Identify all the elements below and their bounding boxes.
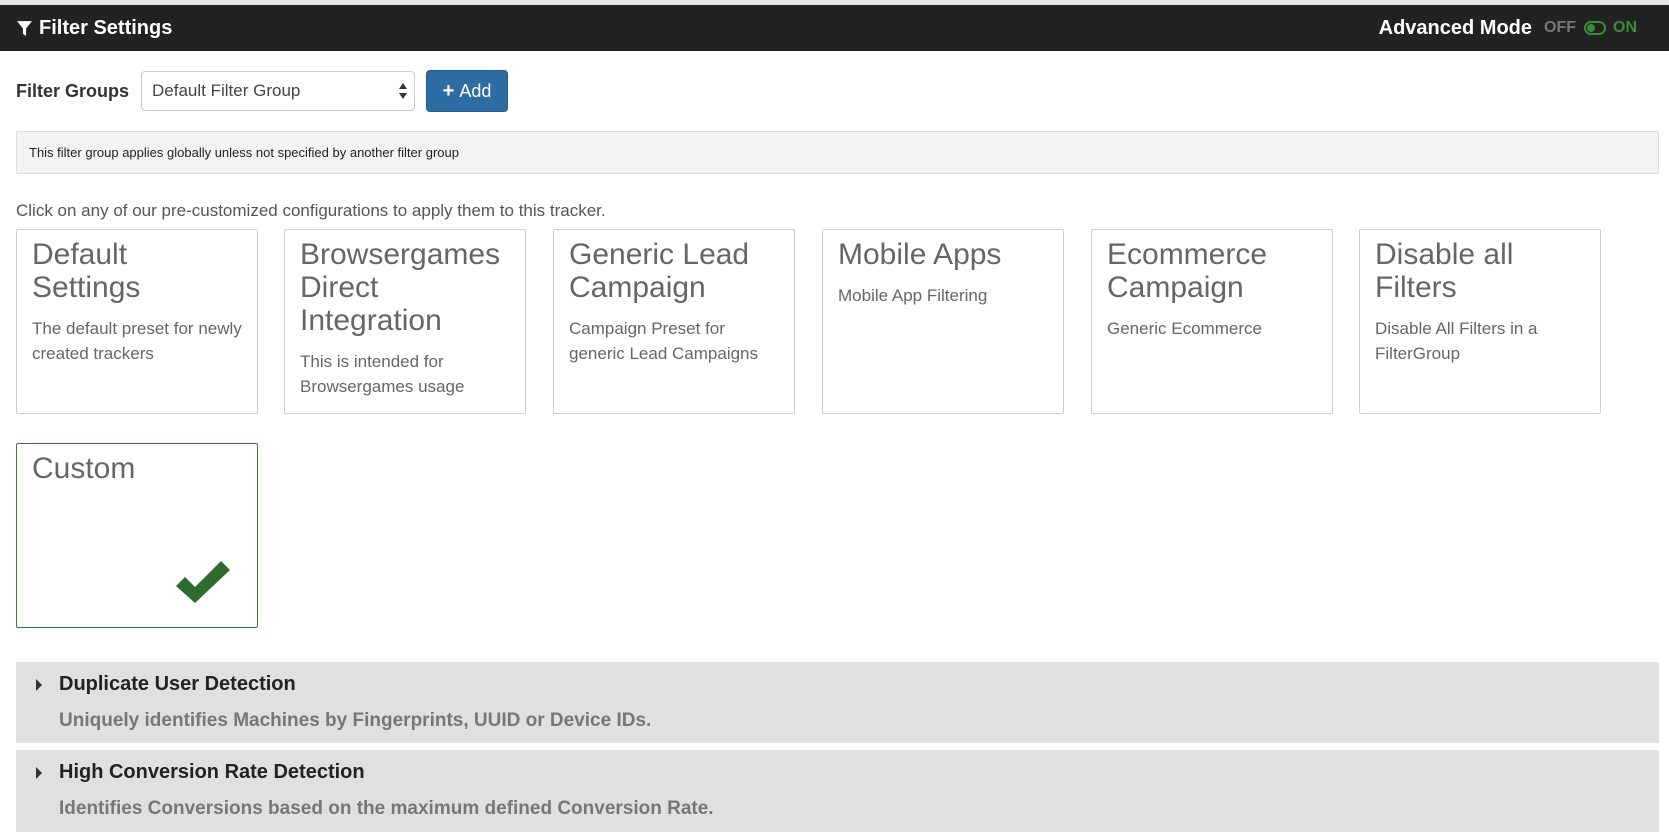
preset-card-custom[interactable]: Custom (16, 443, 258, 628)
preset-title: Mobile Apps (838, 238, 1002, 271)
advanced-mode-toggle[interactable] (1584, 21, 1606, 35)
section-description: Identifies Conversions based on the maxi… (59, 798, 714, 819)
preset-hint: Click on any of our pre-customized confi… (16, 201, 606, 220)
preset-title: Custom (32, 452, 136, 485)
preset-description: This is intended for Browsergames usage (300, 352, 465, 396)
filter-group-info: This filter group applies globally unles… (16, 131, 1659, 174)
advanced-mode-label: Advanced Mode (1378, 16, 1532, 39)
preset-description: Generic Ecommerce (1107, 319, 1262, 338)
section-title: Duplicate User Detection (59, 673, 296, 695)
preset-title: Browsergames Direct Integration (300, 238, 501, 337)
preset-description: The default preset for newly created tra… (32, 319, 242, 363)
preset-card-generic-lead[interactable]: Generic Lead Campaign Campaign Preset fo… (553, 229, 795, 414)
preset-card-disable-all[interactable]: Disable all Filters Disable All Filters … (1359, 229, 1601, 414)
section-high-conversion-rate-detection[interactable]: High Conversion Rate Detection Identifie… (16, 750, 1659, 832)
page-title: Filter Settings (39, 16, 173, 39)
section-duplicate-user-detection[interactable]: Duplicate User Detection Uniquely identi… (16, 662, 1659, 743)
filter-group-selected: Default Filter Group (152, 81, 301, 100)
section-description: Uniquely identifies Machines by Fingerpr… (59, 710, 652, 731)
advanced-mode: Advanced Mode OFF ON (1379, 17, 1653, 40)
section-header[interactable]: Duplicate User Detection (36, 673, 1659, 696)
preset-card-default-settings[interactable]: Default Settings The default preset for … (16, 229, 258, 414)
section-title: High Conversion Rate Detection (59, 761, 365, 783)
toggle-off-label[interactable]: OFF (1544, 19, 1576, 37)
preset-card-mobile-apps[interactable]: Mobile Apps Mobile App Filtering (822, 229, 1064, 414)
caret-right-icon[interactable] (36, 766, 42, 779)
toggle-on-label[interactable]: ON (1613, 19, 1637, 37)
checkmark-icon (176, 561, 230, 603)
plus-icon: + (442, 79, 455, 102)
preset-card-ecommerce[interactable]: Ecommerce Campaign Generic Ecommerce (1091, 229, 1333, 414)
preset-title: Generic Lead Campaign (569, 238, 750, 304)
preset-description: Mobile App Filtering (838, 286, 988, 305)
preset-title: Ecommerce Campaign (1107, 238, 1268, 304)
preset-card-browsergames[interactable]: Browsergames Direct Integration This is … (284, 229, 526, 414)
add-filter-group-button[interactable]: + Add (426, 70, 509, 112)
filter-groups-label: Filter Groups (16, 80, 130, 101)
add-button-label: Add (459, 80, 492, 101)
filter-groups-row: Filter Groups Default Filter Group + Add (16, 70, 509, 112)
preset-description: Campaign Preset for generic Lead Campaig… (569, 319, 759, 363)
page-header: Filter Settings Advanced Mode OFF ON (0, 5, 1669, 51)
caret-right-icon[interactable] (36, 678, 42, 691)
section-header[interactable]: High Conversion Rate Detection (36, 761, 1659, 784)
preset-title: Default Settings (32, 238, 141, 304)
toggle-knob (1587, 24, 1595, 32)
preset-description: Disable All Filters in a FilterGroup (1375, 319, 1538, 363)
filter-group-select[interactable]: Default Filter Group (141, 71, 416, 111)
preset-title: Disable all Filters (1375, 238, 1514, 304)
select-arrows-icon (399, 83, 408, 99)
filter-icon (16, 20, 33, 37)
